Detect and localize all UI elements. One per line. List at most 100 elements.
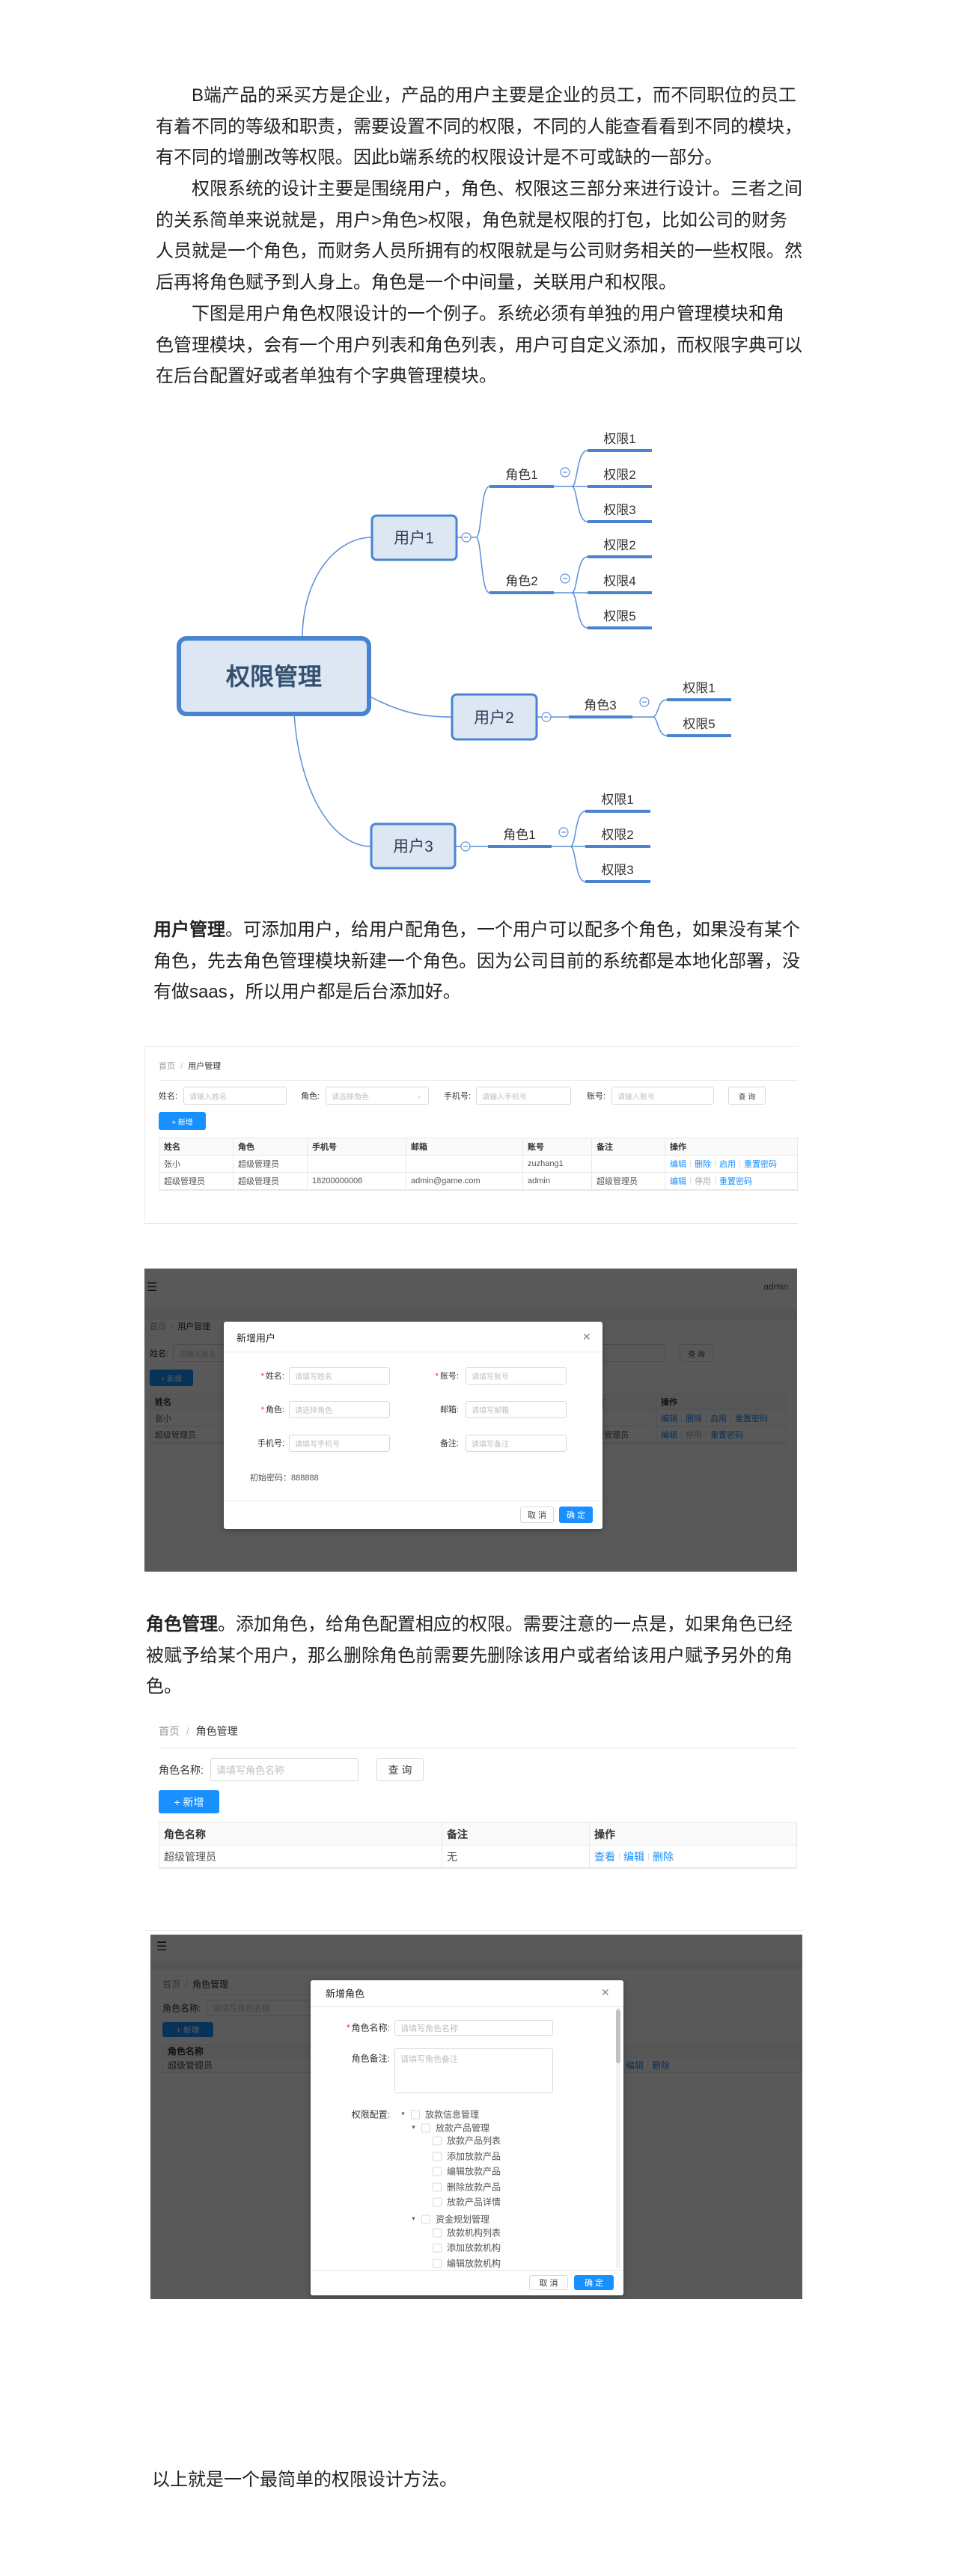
collapse-icon[interactable] [541, 712, 552, 722]
field-label-text: 账号: [439, 1372, 459, 1381]
permission-label: 放款产品管理 [436, 2122, 490, 2134]
text-line: 角色，先去角色管理模块新建一个角色。因为公司目前的系统都是本地化部署，没 [153, 950, 800, 971]
cancel-button[interactable]: 取 消 [520, 1507, 554, 1523]
text-line: 有做saas，所以用户都是后台添加好。 [153, 982, 461, 1003]
form-input[interactable]: 请选择角色 [289, 1401, 390, 1418]
add-role-dialog-screenshot: ☰ 首页 / 角色管理 角色名称: 请填写角色名称 + 新增 角色名称备注操作超… [150, 1935, 802, 2299]
role-name-filter-label: 角色名称: [159, 1764, 204, 1776]
table-cell: 无 [442, 1846, 590, 1867]
perm-label: 权限5 [683, 717, 715, 731]
text-line: 人员就是一个角色，而财务人员所拥有的权限就是与公司财务相关的一些权限。然 [156, 241, 802, 262]
collapse-icon[interactable] [460, 841, 471, 852]
perm-label: 权限1 [601, 793, 633, 807]
scrollbar-thumb[interactable] [616, 2009, 620, 2063]
field-label-text: 手机号: [257, 1439, 284, 1448]
permission-tree-node[interactable]: 放款机构列表 [422, 2226, 501, 2239]
collapse-icon[interactable] [558, 827, 569, 837]
action-link-查看[interactable]: 查看 [594, 1849, 615, 1864]
field-label-text: 角色: [265, 1405, 284, 1414]
action-link-编辑[interactable]: 编辑 [623, 1849, 644, 1864]
actions-cell: 编辑删除启用重置密码 [665, 1156, 797, 1172]
table-row: 超级管理员超级管理员18200000006admin@game.comadmin… [159, 1173, 797, 1190]
checkbox[interactable] [421, 2215, 430, 2224]
query-button[interactable]: 查 询 [376, 1758, 424, 1781]
checkbox[interactable] [433, 2259, 442, 2268]
checkbox[interactable] [421, 2123, 430, 2132]
collapse-icon[interactable] [560, 467, 570, 477]
caret-down-icon[interactable]: ▼ [411, 2125, 421, 2131]
checkbox[interactable] [433, 2228, 442, 2237]
action-link-删除[interactable]: 删除 [695, 1158, 711, 1170]
actions-cell: 查看编辑删除 [590, 1846, 796, 1867]
ok-button[interactable]: 确 定 [574, 2275, 614, 2290]
collapse-icon[interactable] [639, 697, 650, 707]
permission-tree-node[interactable]: ▼ 放款产品管理 [411, 2122, 489, 2134]
checkbox[interactable] [433, 2167, 442, 2176]
form-input[interactable]: 请填写姓名 [289, 1367, 390, 1385]
collapse-icon[interactable] [461, 532, 472, 543]
action-separator [739, 1160, 740, 1168]
checkbox[interactable] [411, 2110, 420, 2119]
ok-button[interactable]: 确 定 [559, 1507, 593, 1523]
action-separator [648, 1852, 649, 1861]
checkbox[interactable] [433, 2182, 442, 2191]
action-link-启用[interactable]: 启用 [719, 1158, 736, 1170]
form-input[interactable]: 请填写备注 [466, 1435, 567, 1452]
permission-tree-node[interactable]: 添加放款机构 [422, 2241, 501, 2254]
role-label: 角色1 [503, 828, 535, 842]
action-link-编辑[interactable]: 编辑 [670, 1175, 686, 1187]
action-link-重置密码[interactable]: 重置密码 [719, 1175, 752, 1187]
permission-tree-node[interactable]: ▼ 放款信息管理 [400, 2108, 479, 2121]
breadcrumb-home[interactable]: 首页 [159, 1725, 180, 1737]
role-name-input[interactable]: 请填写角色名称 [394, 2020, 553, 2036]
role-table: 角色名称备注操作超级管理员无查看编辑删除 [159, 1822, 797, 1869]
perm-label: 权限3 [601, 863, 633, 877]
query-button[interactable]: 查 询 [728, 1087, 766, 1105]
action-link-编辑[interactable]: 编辑 [670, 1158, 686, 1170]
permission-tree-node[interactable]: 放款产品详情 [422, 2196, 501, 2209]
form-input[interactable]: 请填写邮箱 [466, 1401, 567, 1418]
role-label: 角色1 [505, 468, 537, 482]
add-role-button[interactable]: + 新增 [159, 1790, 219, 1813]
action-link-停用[interactable]: 停用 [695, 1175, 711, 1187]
permission-tree-node[interactable]: 编辑放款机构 [422, 2257, 501, 2270]
form-input[interactable]: 请填写手机号 [289, 1435, 390, 1452]
phone-filter-input[interactable]: 请输入手机号 [476, 1087, 571, 1105]
action-link-重置密码[interactable]: 重置密码 [744, 1158, 777, 1170]
table-cell: 张小 [159, 1156, 234, 1172]
breadcrumb: 首页 / 角色管理 [159, 1724, 238, 1739]
permission-tree-node[interactable]: 放款产品列表 [422, 2134, 501, 2147]
perm-label: 权限1 [603, 432, 635, 446]
intro-paragraph: B端产品的采买方是企业，产品的用户主要是企业的员工，而不同职位的员工 有着不同的… [156, 80, 802, 392]
root-node-label: 权限管理 [225, 663, 322, 690]
caret-down-icon[interactable]: ▼ [411, 2217, 421, 2222]
checkbox[interactable] [433, 2243, 442, 2252]
close-icon[interactable]: ✕ [601, 1986, 610, 1999]
account-filter-input[interactable]: 请输入账号 [611, 1087, 714, 1105]
add-role-modal: 新增角色 ✕ * 角色名称: 请填写角色名称 角色备注: 请填写角色备注 权限配置… [311, 1980, 623, 2295]
breadcrumb-home[interactable]: 首页 [159, 1062, 175, 1071]
name-filter-input[interactable]: 请输入姓名 [183, 1087, 287, 1105]
permission-tree-node[interactable]: 添加放款产品 [422, 2150, 501, 2163]
role-remark-textarea[interactable]: 请填写角色备注 [394, 2048, 553, 2093]
permission-tree-node[interactable]: 删除放款产品 [422, 2181, 501, 2194]
role-filter-select[interactable]: 请选择角色 ⌄ [326, 1087, 429, 1105]
permission-tree-node[interactable]: ▼ 资金规划管理 [411, 2213, 489, 2226]
permission-mindmap: 权限管理 用户1 用户2 用户3 角色1 角色2 角色3 角色1 权限1 权限2… [177, 432, 731, 883]
text-line: 的关系简单来说就是，用户>角色>权限，角色就是权限的打包，比如公司的财务 [156, 210, 788, 231]
add-user-button[interactable]: + 新增 [159, 1112, 206, 1130]
checkbox[interactable] [433, 2152, 442, 2161]
close-icon[interactable]: ✕ [582, 1331, 591, 1343]
checkbox[interactable] [433, 2197, 442, 2206]
action-separator [619, 1852, 620, 1861]
form-input[interactable]: 请填写账号 [466, 1367, 567, 1385]
role-name-filter-input[interactable]: 请填写角色名称 [210, 1758, 359, 1781]
checkbox[interactable] [433, 2136, 442, 2145]
cancel-button[interactable]: 取 消 [529, 2275, 568, 2290]
caret-down-icon[interactable]: ▼ [400, 2112, 411, 2117]
user-list-screenshot: 首页 / 用户管理 姓名: 请输入姓名 角色: 请选择角色 ⌄ 手机号: 请输入手… [144, 1046, 798, 1224]
collapse-icon[interactable] [560, 573, 570, 584]
user-table: 姓名角色手机号邮箱账号备注操作张小超级管理员zuzhang1编辑删除启用重置密码… [159, 1138, 798, 1191]
action-link-删除[interactable]: 删除 [653, 1849, 674, 1864]
permission-tree-node[interactable]: 编辑放款产品 [422, 2165, 501, 2178]
